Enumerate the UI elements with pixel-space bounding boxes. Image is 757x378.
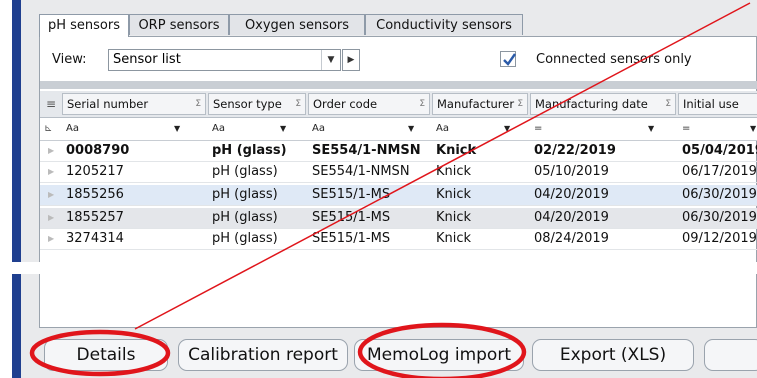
screenshot-crop-gap [0, 262, 757, 274]
connected-only-checkbox[interactable] [500, 51, 516, 67]
cell-serial-number: 3274314 [66, 231, 124, 246]
column-header-initial-use[interactable]: Initial use [678, 93, 757, 115]
sort-icon[interactable]: Σ [665, 94, 671, 114]
column-header-order-code[interactable]: Order code Σ [308, 93, 430, 115]
cell-order-code: SE554/1-NMSN [312, 164, 410, 179]
cell-initial-use: 09/12/2019 [682, 231, 757, 246]
cell-order-code: SE515/1-MS [312, 210, 391, 225]
cell-manufacturer: Knick [436, 187, 472, 202]
cell-manufacturer: Knick [436, 231, 472, 246]
checkmark-icon [503, 53, 516, 66]
memolog-import-button[interactable]: MemoLog import [354, 339, 524, 371]
table-row[interactable]: ▶ 1205217 pH (glass) SE554/1-NMSN Knick … [40, 162, 757, 183]
calibration-report-button[interactable]: Calibration report [178, 339, 348, 371]
column-header-manufacturing-date[interactable]: Manufacturing date Σ [530, 93, 676, 115]
table-row[interactable]: ▶ 1855257 pH (glass) SE515/1-MS Knick 04… [40, 208, 757, 229]
view-select-value: Sensor list [113, 52, 181, 67]
cell-initial-use: 05/04/2019 [682, 143, 757, 158]
sort-icon[interactable]: Σ [517, 94, 523, 114]
cell-serial-number: 0008790 [66, 143, 130, 158]
caret-down-icon[interactable]: ▼ [321, 50, 340, 70]
sensor-panel: pH sensors ORP sensors Oxygen sensors Co… [21, 0, 757, 378]
column-header-serial-number[interactable]: Serial number Σ [62, 93, 206, 115]
table-row[interactable]: ▶ 3274314 pH (glass) SE515/1-MS Knick 08… [40, 229, 757, 250]
table-row[interactable]: ▶ 0008790 pH (glass) SE554/1-NMSN Knick … [40, 141, 757, 162]
cell-manufacturer: Knick [436, 210, 472, 225]
cell-serial-number: 1855256 [66, 187, 124, 202]
cell-sensor-type: pH (glass) [212, 164, 278, 179]
cell-initial-use: 06/17/2019 [682, 164, 757, 179]
tab-oxygen-sensors[interactable]: Oxygen sensors [229, 14, 365, 35]
tab-ph-sensors[interactable]: pH sensors [39, 14, 129, 37]
cell-serial-number: 1855257 [66, 210, 124, 225]
view-select[interactable]: Sensor list ▼ [108, 49, 341, 71]
filter-icon: ⊾ [44, 123, 53, 134]
cell-manufacturing-date: 04/20/2019 [534, 210, 609, 225]
cell-serial-number: 1205217 [66, 164, 124, 179]
sort-icon[interactable]: Σ [195, 94, 201, 114]
cell-order-code: SE515/1-MS [312, 231, 391, 246]
tab-conductivity-sensors[interactable]: Conductivity sensors [365, 14, 523, 35]
connected-only-label: Connected sensors only [536, 52, 692, 67]
tab-content: View: Sensor list ▼ ▶ Connected sensors … [39, 36, 757, 328]
caret-right-icon[interactable]: ▶ [342, 49, 360, 71]
cell-initial-use: 06/30/2019 [682, 187, 757, 202]
details-button[interactable]: Details [44, 339, 168, 371]
cell-sensor-type: pH (glass) [212, 187, 278, 202]
column-chooser-icon[interactable]: ≡ [40, 91, 62, 117]
cell-sensor-type: pH (glass) [212, 231, 278, 246]
filter-row: ⊾ Aa ▼ Aa ▼ Aa ▼ Aa ▼ = ▼ = ▼ [40, 118, 757, 141]
cell-manufacturing-date: 05/10/2019 [534, 164, 609, 179]
sort-icon[interactable]: Σ [419, 94, 425, 114]
cell-initial-use: 06/30/2019 [682, 210, 757, 225]
export-xls-button[interactable]: Export (XLS) [532, 339, 694, 371]
cell-sensor-type: pH (glass) [212, 210, 278, 225]
cell-manufacturer: Knick [436, 143, 477, 158]
cell-manufacturing-date: 04/20/2019 [534, 187, 609, 202]
window-frame-accent [12, 0, 21, 378]
filter-manufacturer[interactable]: Aa ▼ [436, 118, 528, 140]
filter-manufacturing-date[interactable]: = ▼ [534, 118, 676, 140]
filter-initial-use[interactable]: = ▼ [682, 118, 757, 140]
table-row[interactable]: ▶ 1855256 pH (glass) SE515/1-MS Knick 04… [40, 185, 757, 206]
filter-order-code[interactable]: Aa ▼ [312, 118, 430, 140]
cell-order-code: SE554/1-NMSN [312, 143, 421, 158]
cell-manufacturing-date: 08/24/2019 [534, 231, 609, 246]
filter-serial-number[interactable]: Aa ▼ [66, 118, 206, 140]
cell-order-code: SE515/1-MS [312, 187, 391, 202]
column-header-manufacturer[interactable]: Manufacturer Σ [432, 93, 528, 115]
view-label: View: [52, 52, 87, 67]
cell-manufacturing-date: 02/22/2019 [534, 143, 616, 158]
cell-sensor-type: pH (glass) [212, 143, 287, 158]
grid-group-panel [40, 81, 757, 89]
sort-icon[interactable]: Σ [295, 94, 301, 114]
tab-orp-sensors[interactable]: ORP sensors [129, 14, 229, 35]
cell-manufacturer: Knick [436, 164, 472, 179]
table-header-row: ≡ Serial number Σ Sensor type Σ Order code… [40, 91, 757, 118]
column-header-sensor-type[interactable]: Sensor type Σ [208, 93, 306, 115]
filter-sensor-type[interactable]: Aa ▼ [212, 118, 306, 140]
more-button[interactable] [704, 339, 757, 371]
